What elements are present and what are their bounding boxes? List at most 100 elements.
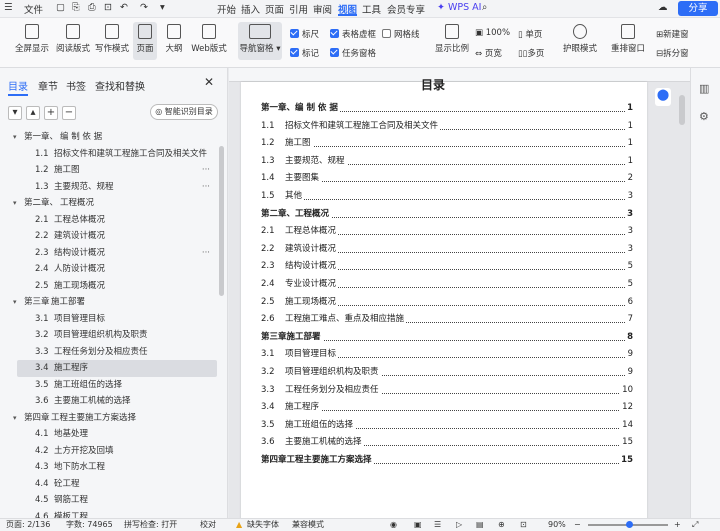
more-icon[interactable]: ··· [202,245,210,262]
toc-item[interactable]: 2.5 施工现场概况 [0,278,218,295]
toggle-icon[interactable]: ▾ [13,294,17,311]
tab-tools[interactable]: 工具 [362,2,381,16]
search-icon[interactable]: ⌕ [482,2,487,13]
preview-icon[interactable]: ⊡ [104,2,112,13]
zoom-slider-thumb[interactable] [626,521,633,528]
reading-layout-button[interactable]: 阅读版式 [55,24,91,54]
more-icon[interactable]: ··· [202,162,210,179]
tab-toc[interactable]: 目录 [8,78,28,96]
multi-page-button[interactable]: ▯▯多页 [518,47,544,59]
outline-button[interactable]: 大纲 [162,24,186,54]
table-frame-checkbox[interactable]: 表格虚框 [330,28,376,40]
toc-item[interactable]: 3.2 项目管理组织机构及职责 [0,327,218,344]
tab-chapter[interactable]: 章节 [38,78,58,93]
toc-item[interactable]: ▾ 第二章、 工程概况 [0,195,218,212]
web-view-icon[interactable]: ▷ [456,519,462,531]
toc-item[interactable]: 3.6 主要施工机械的选择 [0,393,218,410]
web-layout-button[interactable]: Web版式 [191,24,227,54]
eye-icon[interactable]: ◉ [390,519,397,531]
doc-toc-line[interactable]: 2.6 工程施工难点、重点及相应措施 7 [261,312,633,327]
expand-button[interactable]: ▴ [26,106,40,120]
add-heading-button[interactable]: + [44,106,58,120]
tab-review[interactable]: 审阅 [313,2,332,16]
tab-view[interactable]: 视图 [338,2,358,16]
right-panel-icon-2[interactable]: ⚙ [699,110,709,123]
mark-checkbox[interactable]: 标记 [290,47,319,59]
toc-item[interactable]: 4.2 土方开挖及回填 [0,443,218,460]
doc-toc-line[interactable]: 2.4 专业设计概况 5 [261,277,633,291]
page-indicator[interactable]: 页面: 2/136 [6,519,50,531]
collapse-button[interactable]: ▾ [8,106,22,120]
doc-toc-line[interactable]: 2.3 结构设计概况 5 [261,259,633,274]
doc-toc-line[interactable]: 1.4 主要图集 2 [261,171,633,186]
doc-toc-line[interactable]: 3.5 施工班组伍的选择 14 [261,417,633,432]
toggle-icon[interactable]: ▾ [13,129,17,146]
doc-toc-line[interactable]: 第三章施工部署 8 [261,329,633,344]
doc-toc-line[interactable]: 3.4 施工程序 12 [261,400,633,415]
page-layout-button[interactable]: 页面 [133,22,157,60]
toc-item[interactable]: ▾ 第一章、编 制 依 据 [0,129,218,146]
redo-icon[interactable]: ↷ [140,2,148,13]
ruler-checkbox[interactable]: 标尺 [290,28,319,40]
tab-member[interactable]: 会员专享 [387,2,425,16]
expand-icon[interactable]: ⤢ [692,519,698,531]
doc-toc-line[interactable]: 1.2 施工图 1 [261,136,633,151]
toc-item[interactable]: 1.1 招标文件和建筑工程施工合同及相关文件 [0,146,218,163]
writing-mode-button[interactable]: 写作模式 [94,24,130,54]
toc-item[interactable]: 3.1 项目管理目标 [0,311,218,328]
page-width-button[interactable]: ⇔ 页宽 [475,47,502,59]
tab-insert[interactable]: 插入 [241,2,260,16]
read-view-icon[interactable]: ▤ [476,519,484,531]
doc-toc-line[interactable]: 3.6 主要施工机械的选择 15 [261,435,633,450]
file-menu[interactable]: 文件 [24,2,43,16]
spell-check[interactable]: 拼写检查: 打开 [124,519,177,531]
remove-heading-button[interactable]: − [62,106,76,120]
missing-font[interactable]: 缺失字体 [247,519,279,531]
doc-toc-line[interactable]: 第二章、工程概况 3 [261,206,633,221]
toc-item[interactable]: 2.3 结构设计概况 ··· [0,245,218,262]
toc-item[interactable]: ▾ 第三章 施工部署 [0,294,218,311]
toc-item[interactable]: 3.3 工程任务划分及相应责任 [0,344,218,361]
tab-home[interactable]: 开始 [217,2,236,16]
tab-find-replace[interactable]: 查找和替换 [95,78,145,93]
location-icon[interactable]: ⬤ [655,88,671,106]
sidebar-scrollbar[interactable] [219,146,224,296]
doc-toc-line[interactable]: 第四章工程主要施工方案选择 15 [261,453,633,467]
toc-item[interactable]: 1.2 施工图 ··· [0,162,218,179]
toc-item[interactable]: 3.5 施工班组伍的选择 [0,377,218,394]
outline-view-icon[interactable]: ☰ [434,519,441,531]
export-icon[interactable]: ⎘ [72,2,80,13]
toggle-icon[interactable]: ▾ [13,195,17,212]
right-panel-icon-1[interactable]: ▥ [699,82,709,95]
page-view-icon[interactable]: ▣ [414,519,422,531]
nav-pane-button[interactable]: 导航窗格 ▾ [238,22,282,60]
save-icon[interactable]: ▢ [56,2,65,13]
smart-toc-button[interactable]: ◎ 智能识别目录 [150,104,218,120]
document-scrollbar[interactable] [679,95,685,125]
zoom-out-icon[interactable]: − [574,519,581,531]
undo-icon[interactable]: ↶ [120,2,128,13]
doc-toc-line[interactable]: 1.1 招标文件和建筑工程施工合同及相关文件 1 [261,118,633,133]
doc-toc-line[interactable]: 3.2 项目管理组织机构及职责 9 [261,365,633,379]
toc-item[interactable]: 3.4 施工程序 [17,360,217,377]
doc-toc-line[interactable]: 1.5 其他 3 [261,189,633,203]
toggle-icon[interactable]: ▾ [13,410,17,427]
gridline-checkbox[interactable]: 网格线 [382,28,420,40]
doc-toc-line[interactable]: 2.1 工程总体概况 3 [261,224,633,239]
task-pane-checkbox[interactable]: 任务窗格 [330,47,376,59]
toc-item[interactable]: 4.5 钢筋工程 [0,492,218,509]
toc-item[interactable]: 1.3 主要规范、规程 ··· [0,179,218,196]
toc-item[interactable]: 4.1 地基处理 [0,426,218,443]
doc-toc-line[interactable]: 3.1 项目管理目标 9 [261,347,633,362]
doc-toc-line[interactable]: 1.3 主要规范、规程 1 [261,153,633,168]
tab-page[interactable]: 页面 [265,2,284,16]
toc-item[interactable]: 4.3 地下防水工程 [0,459,218,476]
cloud-icon[interactable]: ☁ [658,2,668,13]
tab-reference[interactable]: 引用 [289,2,308,16]
new-window-button[interactable]: ⊞新建窗 [656,28,689,40]
horizontal-ruler[interactable] [229,68,720,82]
more-icon[interactable]: ··· [202,179,210,196]
zoom-level[interactable]: 90% [548,519,566,531]
doc-toc-line[interactable]: 3.3 工程任务划分及相应责任 10 [261,382,633,397]
doc-toc-line[interactable]: 2.2 建筑设计概况 3 [261,241,633,256]
